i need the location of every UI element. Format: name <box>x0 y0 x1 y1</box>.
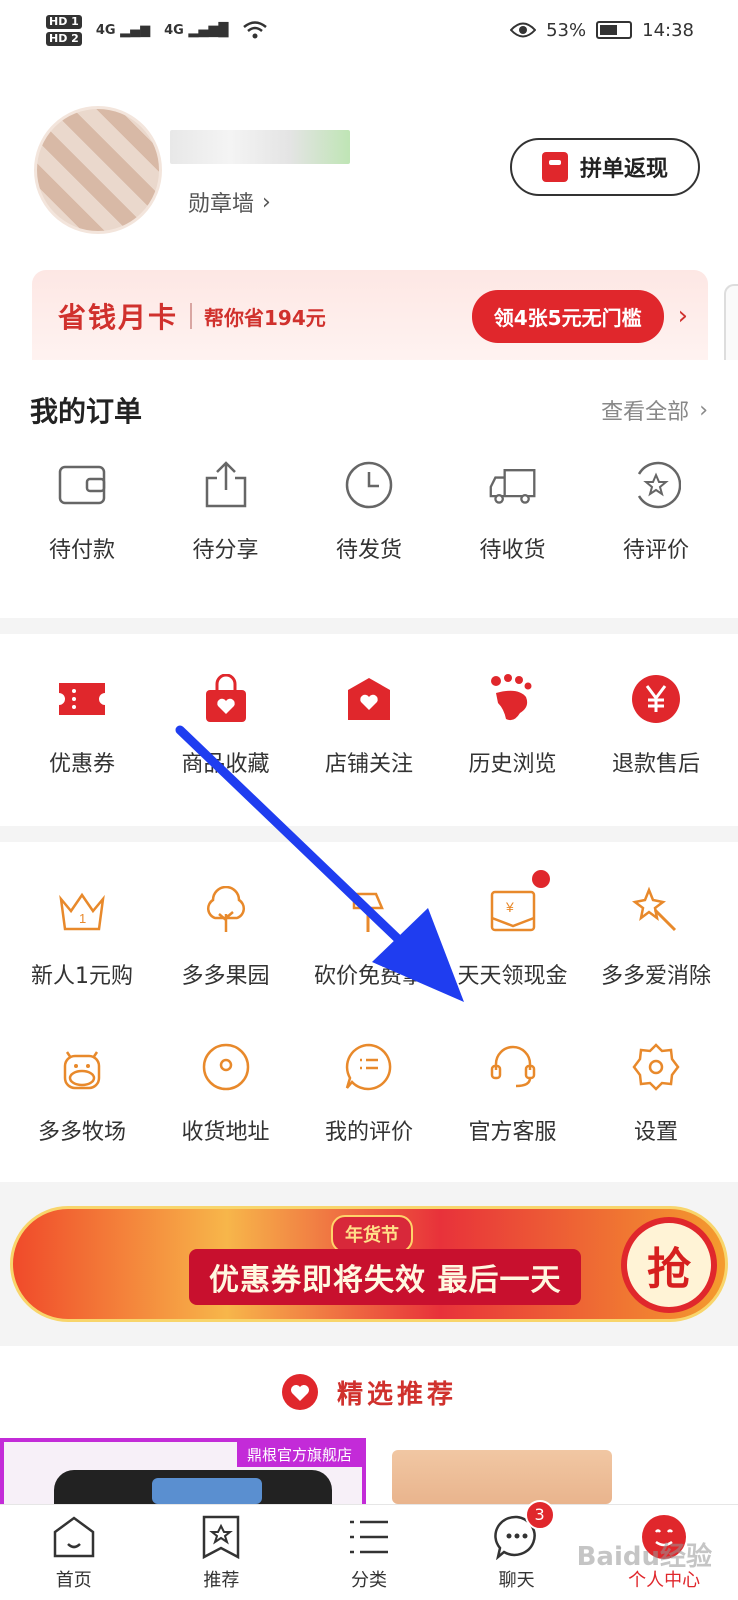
location-icon <box>201 1042 251 1092</box>
services-section: 优惠券 商品收藏 店铺关注 历史浏览 退款售后 <box>0 634 738 826</box>
followed-stores-entry[interactable]: 店铺关注 <box>299 674 439 778</box>
wifi-icon <box>243 21 268 39</box>
savings-card-subtitle: 帮你省194元 <box>204 305 326 330</box>
bargain-free-entry[interactable]: 砍价免费拿 <box>299 886 439 990</box>
my-reviews-entry[interactable]: 我的评价 <box>299 1042 439 1146</box>
divider <box>190 303 193 329</box>
my-orders-section: 我的订单 查看全部 › 待付款 待分享 待发货 待收货 待评价 <box>0 360 738 618</box>
savings-card-title: 省钱月卡 <box>58 301 179 334</box>
axe-icon <box>344 886 394 936</box>
refund-aftersales-entry[interactable]: 退款售后 <box>586 674 726 778</box>
product-card[interactable]: 鼎根官方旗舰店 <box>0 1438 366 1510</box>
avatar[interactable] <box>34 106 162 234</box>
recommend-header: 精选推荐 <box>0 1346 738 1438</box>
browse-history-entry[interactable]: 历史浏览 <box>443 674 583 778</box>
watermark: Baidu经验 <box>576 1542 712 1572</box>
signal-icon-2: 4G ▂▄▆█ <box>164 22 229 38</box>
tab-recommend[interactable]: 推荐 <box>161 1514 281 1592</box>
eye-icon <box>510 22 537 38</box>
order-pending-share[interactable]: 待分享 <box>156 460 296 564</box>
favorites-entry[interactable]: 商品收藏 <box>156 674 296 778</box>
tab-category[interactable]: 分类 <box>309 1514 429 1592</box>
store-icon <box>344 674 394 724</box>
svg-text:¥: ¥ <box>505 899 514 915</box>
comment-icon <box>344 1042 394 1092</box>
hd-indicator: HD 1 HD 2 <box>46 14 82 46</box>
magic-wand-icon <box>631 886 681 936</box>
tab-chat[interactable]: 3 聊天 <box>457 1499 577 1592</box>
unread-badge: 3 <box>524 1499 555 1530</box>
orchard-entry[interactable]: 多多果园 <box>156 886 296 990</box>
status-bar: HD 1 HD 2 4G ▂▄▆ 4G ▂▄▆█ 53% 14:38 <box>0 0 738 60</box>
chevron-right-icon: › <box>262 189 271 215</box>
gear-icon <box>631 1042 681 1092</box>
profile-header: 勋章墙 › 拼单返现 省钱月卡 帮你省194元 领4张5元无门槛 › <box>0 60 738 362</box>
cash-envelope-icon: ¥ <box>488 870 550 936</box>
shipping-address-entry[interactable]: 收货地址 <box>156 1042 296 1146</box>
home-icon <box>53 1515 95 1557</box>
savings-card[interactable]: 省钱月卡 帮你省194元 领4张5元无门槛 › <box>32 270 708 362</box>
chevron-right-icon: › <box>677 301 688 331</box>
order-pending-shipment[interactable]: 待发货 <box>299 460 439 564</box>
headset-icon <box>488 1042 538 1092</box>
clock-icon <box>344 460 394 510</box>
settings-entry[interactable]: 设置 <box>586 1042 726 1146</box>
star-review-icon <box>631 460 681 510</box>
crown-icon: 1 <box>57 886 107 936</box>
svg-text:1: 1 <box>79 911 86 926</box>
product-card[interactable] <box>392 1450 612 1504</box>
badge-wall-link[interactable]: 勋章墙 › <box>188 186 271 218</box>
product-feed: 鼎根官方旗舰店 <box>0 1438 738 1510</box>
order-pending-review[interactable]: 待评价 <box>586 460 726 564</box>
category-icon <box>349 1520 388 1553</box>
daily-cash-entry[interactable]: ¥ 天天领现金 <box>443 870 583 990</box>
group-cashback-button[interactable]: 拼单返现 <box>510 138 700 196</box>
section-title: 我的订单 <box>30 395 143 428</box>
battery-percent: 53% <box>546 19 587 41</box>
banner-text: 优惠券即将失效 最后一天 <box>189 1249 582 1305</box>
ranch-entry[interactable]: 多多牧场 <box>12 1042 152 1146</box>
heart-icon <box>281 1374 318 1410</box>
official-support-entry[interactable]: 官方客服 <box>443 1042 583 1146</box>
wallet-icon <box>57 460 107 510</box>
promo-banner[interactable]: 年货节 优惠券即将失效 最后一天 抢 <box>10 1206 728 1322</box>
tree-icon <box>201 886 251 936</box>
order-pending-receipt[interactable]: 待收货 <box>443 460 583 564</box>
recommend-title: 精选推荐 <box>336 1379 457 1410</box>
banner-tag: 年货节 <box>331 1215 413 1253</box>
coupon-icon <box>57 674 107 724</box>
tab-home[interactable]: 首页 <box>14 1514 134 1592</box>
cow-icon <box>57 1042 107 1092</box>
signal-icon: 4G ▂▄▆ <box>95 22 151 38</box>
match-game-entry[interactable]: 多多爱消除 <box>586 886 726 990</box>
username-blurred <box>170 130 350 164</box>
truck-icon <box>488 460 538 510</box>
coupons-entry[interactable]: 优惠券 <box>12 674 152 778</box>
newbie-1yuan-entry[interactable]: 1 新人1元购 <box>12 886 152 990</box>
chevron-right-icon: › <box>699 397 708 423</box>
view-all-orders-link[interactable]: 查看全部 › <box>601 394 708 426</box>
notification-dot <box>531 870 550 888</box>
clock-time: 14:38 <box>642 19 694 41</box>
battery-icon <box>596 21 633 39</box>
refund-yen-icon <box>631 674 681 724</box>
share-icon <box>201 460 251 510</box>
footprint-icon <box>488 674 538 724</box>
store-tag: 鼎根官方旗舰店 <box>236 1442 362 1467</box>
grab-button[interactable]: 抢 <box>621 1217 717 1313</box>
tools-section: 1 新人1元购 多多果园 砍价免费拿 ¥ 天天领现金 多多爱消除 多多牧场 收货… <box>0 842 738 1182</box>
red-packet-icon <box>541 152 568 182</box>
claim-coupons-button[interactable]: 领4张5元无门槛 <box>471 289 664 343</box>
recommend-icon <box>203 1515 240 1559</box>
order-pending-payment[interactable]: 待付款 <box>12 460 152 564</box>
favorite-bag-icon <box>201 674 251 724</box>
